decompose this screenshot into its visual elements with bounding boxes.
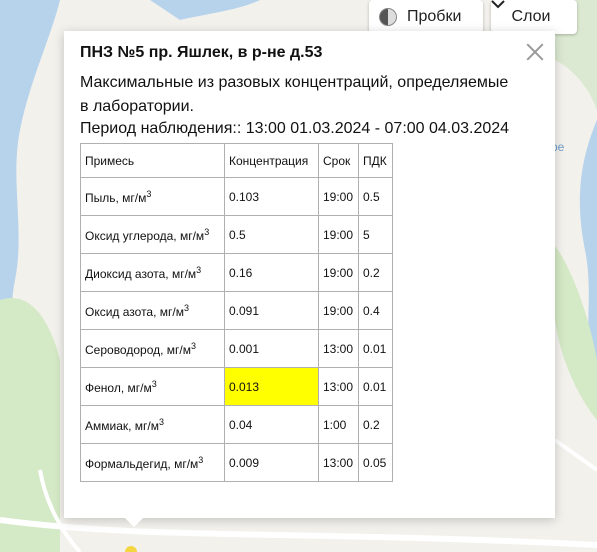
table-row: Формальдегид, мг/м3 0.009 13:00 0.05 xyxy=(80,443,393,482)
substance-name: Пыль, мг/м xyxy=(85,190,147,205)
layers-button[interactable]: Слои xyxy=(491,0,577,34)
pdk-cell: 0.05 xyxy=(358,443,393,482)
layers-label: Слои xyxy=(511,8,551,25)
concentration-cell: 0.001 xyxy=(224,329,319,368)
concentration-cell: 0.091 xyxy=(224,291,319,330)
substance-name: Аммиак, мг/м xyxy=(85,418,160,433)
unit-superscript: 3 xyxy=(204,226,210,237)
substance-cell: Фенол, мг/м3 xyxy=(80,367,225,406)
substance-name: Диоксид азота, мг/м xyxy=(85,266,197,281)
table-header-row: Примесь Концентрация Срок ПДК xyxy=(80,143,393,178)
table-row: Пыль, мг/м3 0.103 19:00 0.5 xyxy=(80,177,393,216)
pdk-cell: 0.01 xyxy=(358,329,393,368)
header-pdk: ПДК xyxy=(358,143,393,178)
substance-name: Формальдегид, мг/м xyxy=(85,456,199,471)
substance-cell: Оксид азота, мг/м3 xyxy=(80,291,225,330)
substance-cell: Оксид углерода, мг/м3 xyxy=(80,215,225,254)
concentration-cell: 0.5 xyxy=(224,215,319,254)
table-row: Оксид азота, мг/м3 0.091 19:00 0.4 xyxy=(80,291,393,330)
pdk-cell: 0.2 xyxy=(358,253,393,292)
unit-superscript: 3 xyxy=(184,302,190,313)
unit-superscript: 3 xyxy=(146,188,152,199)
unit-superscript: 3 xyxy=(159,416,165,427)
station-title: ПНЗ №5 пр. Яшлек, в р-не д.53 xyxy=(80,44,323,61)
observation-period: Период наблюдения:: 13:00 01.03.2024 - 0… xyxy=(80,120,510,137)
close-icon[interactable] xyxy=(524,41,546,63)
time-cell: 19:00 xyxy=(318,177,359,216)
concentration-table: Примесь Концентрация Срок ПДК Пыль, мг/м… xyxy=(80,143,393,482)
time-cell: 19:00 xyxy=(318,291,359,330)
table-row: Фенол, мг/м3 0.013 13:00 0.01 xyxy=(80,367,393,406)
table-row: Оксид углерода, мг/м3 0.5 19:00 5 xyxy=(80,215,393,254)
substance-cell: Аммиак, мг/м3 xyxy=(80,405,225,444)
info-balloon: ПНЗ №5 пр. Яшлек, в р-не д.53 Максимальн… xyxy=(64,31,555,518)
time-cell: 13:00 xyxy=(318,329,359,368)
balloon-tail xyxy=(122,515,146,527)
unit-superscript: 3 xyxy=(196,264,202,275)
map-canvas[interactable]: ре Пробки Слои ПНЗ №5 пр. Яшлек, в р-не … xyxy=(0,0,597,552)
pdk-cell: 0.2 xyxy=(358,405,393,444)
substance-name: Фенол, мг/м xyxy=(85,380,152,395)
table-row: Диоксид азота, мг/м3 0.16 19:00 0.2 xyxy=(80,253,393,292)
time-cell: 1:00 xyxy=(318,405,359,444)
time-cell: 13:00 xyxy=(318,443,359,482)
pdk-cell: 0.01 xyxy=(358,367,393,406)
table-row: Аммиак, мг/м3 0.04 1:00 0.2 xyxy=(80,405,393,444)
time-cell: 19:00 xyxy=(318,253,359,292)
time-cell: 13:00 xyxy=(318,367,359,406)
balloon-description: Максимальные из разовых концентраций, оп… xyxy=(80,74,509,115)
unit-superscript: 3 xyxy=(151,378,157,389)
concentration-cell: 0.16 xyxy=(224,253,319,292)
substance-cell: Сероводород, мг/м3 xyxy=(80,329,225,368)
substance-cell: Пыль, мг/м3 xyxy=(80,177,225,216)
substance-cell: Формальдегид, мг/м3 xyxy=(80,443,225,482)
header-concentration: Концентрация xyxy=(224,143,319,178)
substance-name: Оксид азота, мг/м xyxy=(85,304,184,319)
table-row: Сероводород, мг/м3 0.001 13:00 0.01 xyxy=(80,329,393,368)
substance-name: Оксид углерода, мг/м xyxy=(85,228,205,243)
unit-superscript: 3 xyxy=(190,340,196,351)
pdk-cell: 5 xyxy=(358,215,393,254)
concentration-cell: 0.103 xyxy=(224,177,319,216)
traffic-icon xyxy=(379,8,397,26)
substance-cell: Диоксид азота, мг/м3 xyxy=(80,253,225,292)
traffic-label: Пробки xyxy=(407,8,462,25)
concentration-cell-exceeded: 0.013 xyxy=(224,367,319,406)
pdk-cell: 0.4 xyxy=(358,291,393,330)
substance-name: Сероводород, мг/м xyxy=(85,342,191,357)
concentration-cell: 0.04 xyxy=(224,405,319,444)
traffic-button[interactable]: Пробки xyxy=(369,0,483,34)
time-cell: 19:00 xyxy=(318,215,359,254)
header-time: Срок xyxy=(318,143,359,178)
pdk-cell: 0.5 xyxy=(358,177,393,216)
concentration-cell: 0.009 xyxy=(224,443,319,482)
unit-superscript: 3 xyxy=(198,454,204,465)
header-substance: Примесь xyxy=(80,143,225,178)
